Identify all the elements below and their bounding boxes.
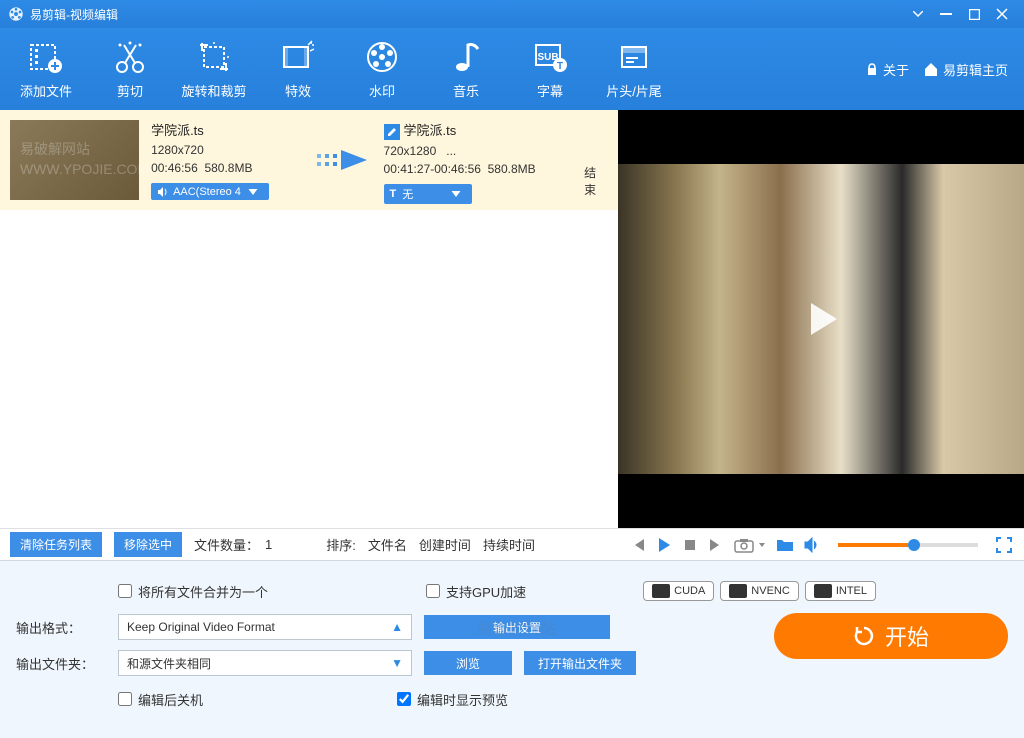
source-duration-size: 00:46:56 580.8MB bbox=[151, 161, 300, 175]
toolbar-label: 水印 bbox=[369, 81, 395, 100]
next-button[interactable] bbox=[708, 537, 724, 553]
about-link[interactable]: 关于 bbox=[865, 60, 909, 79]
rotate-crop-button[interactable]: 旋转和裁剪 bbox=[172, 33, 256, 105]
encoder-intel: INTEL bbox=[805, 581, 876, 601]
toolbar-label: 字幕 bbox=[537, 81, 563, 100]
toolbar-label: 音乐 bbox=[453, 81, 479, 100]
dropdown-button[interactable] bbox=[904, 3, 932, 25]
output-resolution: 720x1280 ... bbox=[384, 144, 573, 158]
chevron-down-icon[interactable] bbox=[758, 537, 766, 553]
prev-button[interactable] bbox=[630, 537, 646, 553]
chevron-down-icon bbox=[247, 186, 259, 198]
titlebar: 易剪辑-视频编辑 bbox=[0, 0, 1024, 28]
stop-button[interactable] bbox=[682, 537, 698, 553]
play-button[interactable] bbox=[656, 537, 672, 553]
app-icon bbox=[8, 6, 24, 22]
fullscreen-button[interactable] bbox=[996, 537, 1012, 553]
open-output-folder-button[interactable]: 打开输出文件夹 bbox=[524, 651, 636, 675]
arrow-icon bbox=[312, 120, 372, 200]
chevron-up-icon: ▲ bbox=[391, 620, 403, 634]
video-thumbnail[interactable] bbox=[10, 120, 139, 200]
filecount-value: 1 bbox=[265, 537, 272, 552]
cut-button[interactable]: 剪切 bbox=[88, 33, 172, 105]
svg-text:T: T bbox=[557, 61, 563, 72]
preview-panel bbox=[618, 110, 1024, 528]
intro-outro-button[interactable]: 片头/片尾 bbox=[592, 33, 676, 105]
music-button[interactable]: 音乐 bbox=[424, 33, 508, 105]
minimize-button[interactable] bbox=[932, 3, 960, 25]
home-link[interactable]: 易剪辑主页 bbox=[923, 60, 1008, 79]
show-preview-checkbox[interactable]: 编辑时显示预览 bbox=[397, 690, 508, 709]
app-title: 易剪辑-视频编辑 bbox=[30, 6, 118, 23]
sort-by-created[interactable]: 创建时间 bbox=[419, 535, 471, 554]
output-filename: 学院派.ts bbox=[384, 120, 573, 140]
snapshot-button[interactable] bbox=[734, 537, 754, 553]
encoder-cuda: CUDA bbox=[643, 581, 714, 601]
list-statusbar: 清除任务列表 移除选中 文件数量： 1 排序: 文件名 创建时间 持续时间 bbox=[0, 528, 618, 560]
encoder-nvenc: NVENC bbox=[720, 581, 799, 601]
filecount-label: 文件数量： bbox=[194, 535, 259, 554]
toolbar-label: 剪切 bbox=[117, 81, 143, 100]
toolbar-label: 旋转和裁剪 bbox=[181, 81, 246, 100]
encoder-badges: CUDA NVENC INTEL bbox=[643, 581, 876, 601]
clear-tasks-button[interactable]: 清除任务列表 bbox=[10, 532, 102, 557]
browse-button[interactable]: 浏览 bbox=[424, 651, 512, 675]
chevron-down-icon: ▼ bbox=[391, 656, 403, 670]
source-filename: 学院派.ts bbox=[151, 120, 300, 139]
task-list: 学院派.ts 1280x720 00:46:56 580.8MB AAC(Ste… bbox=[0, 110, 618, 528]
player-controls bbox=[618, 528, 1024, 560]
toolbar-label: 特效 bbox=[285, 81, 311, 100]
speaker-icon bbox=[157, 186, 169, 198]
toolbar-label: 片头/片尾 bbox=[606, 81, 662, 100]
sort-label: 排序: bbox=[326, 535, 356, 554]
audio-track-selector[interactable]: AAC(Stereo 4 bbox=[151, 183, 269, 200]
subtitle-selector[interactable]: T 无 bbox=[384, 184, 472, 204]
output-folder-select[interactable]: 和源文件夹相同 ▼ bbox=[118, 650, 412, 676]
maximize-button[interactable] bbox=[960, 3, 988, 25]
output-range-size: 00:41:27-00:46:56 580.8MB bbox=[384, 162, 573, 176]
output-folder-label: 输出文件夹： bbox=[16, 654, 106, 673]
text-icon: T bbox=[390, 188, 397, 200]
volume-slider[interactable] bbox=[838, 543, 978, 547]
watermark-button[interactable]: 水印 bbox=[340, 33, 424, 105]
toolbar-label: 添加文件 bbox=[20, 81, 72, 100]
output-settings-button[interactable]: 输出设置 bbox=[424, 615, 610, 639]
main-toolbar: 添加文件 剪切 旋转和裁剪 特效 水印 音乐 SUBT 字幕 片头/片尾 关于 … bbox=[0, 28, 1024, 110]
remove-selected-button[interactable]: 移除选中 bbox=[114, 532, 182, 557]
lock-icon bbox=[865, 62, 879, 76]
output-format-select[interactable]: Keep Original Video Format ▲ bbox=[118, 614, 412, 640]
refresh-icon bbox=[853, 625, 875, 647]
sort-by-name[interactable]: 文件名 bbox=[368, 535, 407, 554]
output-format-label: 输出格式： bbox=[16, 618, 106, 637]
open-folder-button[interactable] bbox=[776, 537, 794, 553]
home-icon bbox=[923, 61, 939, 77]
subtitle-button[interactable]: SUBT 字幕 bbox=[508, 33, 592, 105]
add-file-button[interactable]: 添加文件 bbox=[4, 33, 88, 105]
start-button[interactable]: 开始 bbox=[774, 613, 1008, 659]
merge-all-checkbox[interactable]: 将所有文件合并为一个 bbox=[118, 582, 268, 601]
chevron-down-icon bbox=[450, 188, 462, 200]
gpu-accel-checkbox[interactable]: 支持GPU加速 bbox=[426, 582, 526, 601]
settings-panel: 将所有文件合并为一个 支持GPU加速 CUDA NVENC INTEL 输出格式… bbox=[0, 560, 1024, 738]
sort-by-duration[interactable]: 持续时间 bbox=[483, 535, 535, 554]
effects-button[interactable]: 特效 bbox=[256, 33, 340, 105]
close-button[interactable] bbox=[988, 3, 1016, 25]
edit-icon[interactable] bbox=[384, 124, 400, 140]
shutdown-after-checkbox[interactable]: 编辑后关机 bbox=[118, 690, 203, 709]
task-status: 结束 bbox=[584, 164, 608, 198]
source-resolution: 1280x720 bbox=[151, 143, 300, 157]
volume-icon[interactable] bbox=[804, 537, 820, 553]
play-button[interactable] bbox=[797, 295, 845, 343]
task-row[interactable]: 学院派.ts 1280x720 00:46:56 580.8MB AAC(Ste… bbox=[0, 110, 618, 210]
